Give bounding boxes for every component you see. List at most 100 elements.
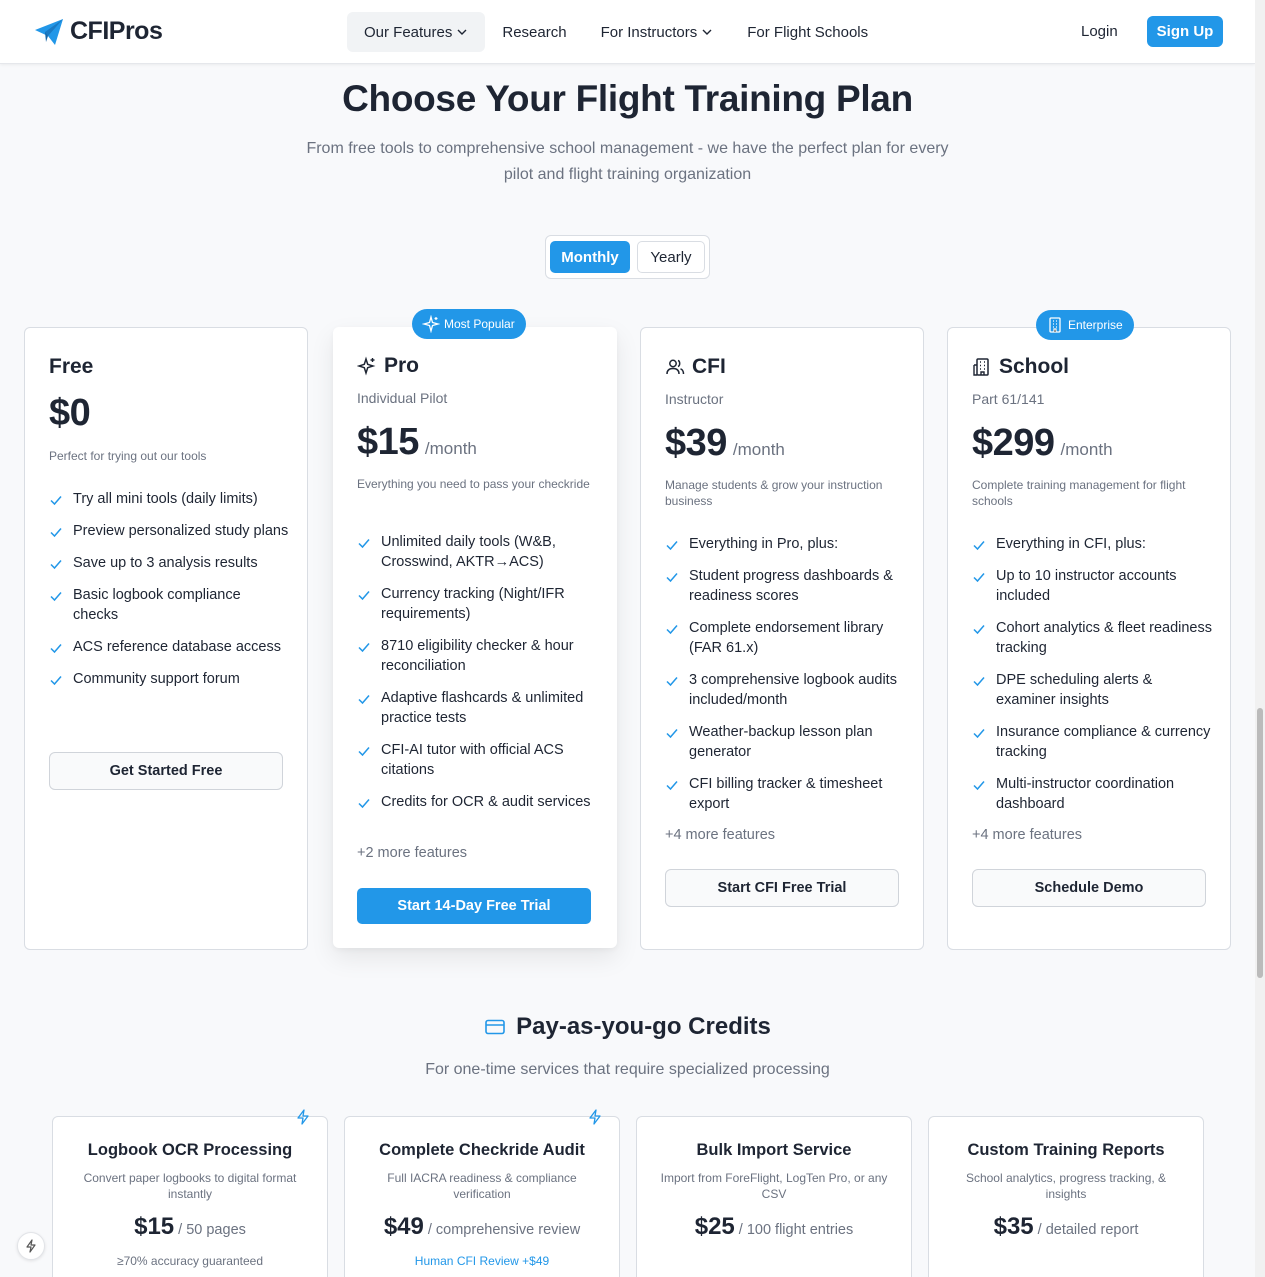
sparkles-icon	[422, 315, 440, 333]
nav-item-label: Our Features	[364, 23, 453, 41]
feature-text: Everything in Pro, plus:	[689, 536, 839, 552]
human-review-addon-link[interactable]: Human CFI Review +$49	[345, 1254, 619, 1268]
nav-item-for-flight-schools[interactable]: For Flight Schools	[730, 12, 885, 52]
feature-item: Multi-instructor coordination dashboard	[972, 774, 1212, 814]
monthly-toggle-button[interactable]: Monthly	[550, 241, 630, 273]
plan-role: Individual Pilot	[357, 390, 448, 406]
plan-name-text: School	[999, 355, 1070, 378]
check-icon	[973, 625, 985, 635]
plan-name: Free	[49, 355, 93, 379]
chevron-down-icon	[457, 29, 467, 35]
sparkles-icon	[357, 356, 376, 376]
feature-item: Everything in CFI, plus:	[972, 534, 1212, 554]
feature-text: CFI billing tracker & timesheet export	[689, 776, 883, 812]
login-link[interactable]: Login	[1081, 23, 1118, 40]
feature-text: ACS reference database access	[73, 639, 281, 655]
feature-item: Basic logbook compliance checks	[49, 585, 289, 625]
credit-title: Custom Training Reports	[967, 1141, 1165, 1159]
plan-price: $299/month	[972, 422, 1113, 465]
feature-item: Cohort analytics & fleet readiness track…	[972, 618, 1212, 658]
bolt-icon	[589, 1109, 601, 1125]
credit-card-ocr: Logbook OCR Processing Convert paper log…	[52, 1109, 328, 1277]
check-icon	[973, 677, 985, 687]
feature-item: Student progress dashboards & readiness …	[665, 566, 905, 606]
credit-description: School analytics, progress tracking, & i…	[965, 1171, 1167, 1201]
credits-title-text: Pay-as-you-go Credits	[516, 1013, 771, 1040]
feature-item: ACS reference database access	[49, 637, 289, 657]
schedule-demo-button[interactable]: Schedule Demo	[972, 869, 1206, 907]
start-free-trial-button[interactable]: Start 14-Day Free Trial	[357, 888, 591, 924]
feature-text: Try all mini tools (daily limits)	[73, 491, 258, 507]
more-features-link[interactable]: +2 more features	[357, 845, 467, 861]
credit-unit: / 100 flight entries	[738, 1222, 854, 1238]
brand-logo[interactable]: CFIPros	[34, 17, 163, 46]
scrollbar-thumb[interactable]	[1257, 708, 1263, 978]
plan-name-text: Pro	[384, 354, 420, 377]
signup-button[interactable]: Sign Up	[1147, 16, 1223, 47]
credit-price: $49/ comprehensive review	[345, 1213, 619, 1241]
check-icon	[666, 573, 678, 583]
credit-unit: / 50 pages	[178, 1222, 246, 1238]
feature-text: CFI-AI tutor with official ACS citations	[381, 742, 564, 778]
credit-amount: $15	[134, 1213, 175, 1240]
feature-item: 8710 eligibility checker & hour reconcil…	[357, 636, 597, 676]
price-amount: $299	[972, 422, 1055, 464]
feature-text: Multi-instructor coordination dashboard	[996, 776, 1175, 812]
scrollbar-track[interactable]	[1255, 0, 1265, 1277]
feature-item: CFI-AI tutor with official ACS citations	[357, 740, 597, 780]
plan-description: Complete training management for flight …	[972, 478, 1186, 508]
building-icon	[1049, 317, 1061, 333]
credit-card-custom-reports: Custom Training Reports School analytics…	[928, 1116, 1204, 1277]
credit-unit: / comprehensive review	[427, 1222, 581, 1238]
feature-item: Preview personalized study plans	[49, 521, 289, 541]
yearly-toggle-button[interactable]: Yearly	[637, 241, 705, 273]
bolt-icon	[26, 1239, 36, 1253]
check-icon	[666, 781, 678, 791]
more-features-link[interactable]: +4 more features	[972, 827, 1082, 843]
feature-text: DPE scheduling alerts & examiner insight…	[996, 672, 1153, 708]
feature-text: Student progress dashboards & readiness …	[689, 568, 893, 604]
credit-description: Convert paper logbooks to digital format…	[83, 1171, 297, 1201]
check-icon	[973, 541, 985, 551]
plan-name: School	[972, 355, 1069, 379]
feature-list: Try all mini tools (daily limits) Previe…	[49, 489, 289, 701]
nav-item-our-features[interactable]: Our Features	[347, 12, 486, 52]
feature-text: Insurance compliance & currency tracking	[996, 724, 1211, 760]
credit-price: $15/ 50 pages	[53, 1213, 327, 1241]
badge-label: Most Popular	[444, 317, 515, 331]
feature-item: Currency tracking (Night/IFR requirement…	[357, 584, 597, 624]
plan-price: $39/month	[665, 422, 785, 465]
feature-item: Community support forum	[49, 669, 289, 689]
feature-item: 3 comprehensive logbook audits included/…	[665, 670, 905, 710]
feature-text: 8710 eligibility checker & hour reconcil…	[381, 638, 574, 674]
check-icon	[358, 747, 370, 757]
building-icon	[973, 358, 989, 376]
feature-item: DPE scheduling alerts & examiner insight…	[972, 670, 1212, 710]
feature-item: Weather-backup lesson plan generator	[665, 722, 905, 762]
page-subtitle: From free tools to comprehensive school …	[306, 140, 949, 183]
check-icon	[358, 539, 370, 549]
floating-action-button[interactable]	[17, 1232, 45, 1260]
check-icon	[50, 676, 62, 686]
plan-price: $0	[49, 392, 91, 435]
plan-role: Instructor	[665, 391, 724, 407]
feature-text: Save up to 3 analysis results	[73, 555, 258, 571]
feature-item: Insurance compliance & currency tracking	[972, 722, 1212, 762]
plan-card-free: Free $0 Perfect for trying out our tools…	[24, 327, 308, 950]
nav-item-label: Research	[502, 23, 567, 41]
price-period: /month	[1060, 440, 1113, 459]
credit-price: $35/ detailed report	[929, 1213, 1203, 1241]
get-started-free-button[interactable]: Get Started Free	[49, 752, 283, 790]
credit-amount: $49	[383, 1213, 424, 1240]
credit-title: Bulk Import Service	[696, 1141, 852, 1159]
nav-item-research[interactable]: Research	[485, 12, 583, 52]
more-features-link[interactable]: +4 more features	[665, 827, 775, 843]
plan-name-text: CFI	[692, 355, 726, 378]
credit-unit: / detailed report	[1037, 1222, 1139, 1238]
feature-text: Everything in CFI, plus:	[996, 536, 1146, 552]
plan-price: $15/month	[357, 421, 477, 464]
nav-item-for-instructors[interactable]: For Instructors	[584, 12, 731, 52]
users-icon	[666, 359, 685, 375]
plan-name: Pro	[357, 354, 419, 378]
start-cfi-trial-button[interactable]: Start CFI Free Trial	[665, 869, 899, 907]
